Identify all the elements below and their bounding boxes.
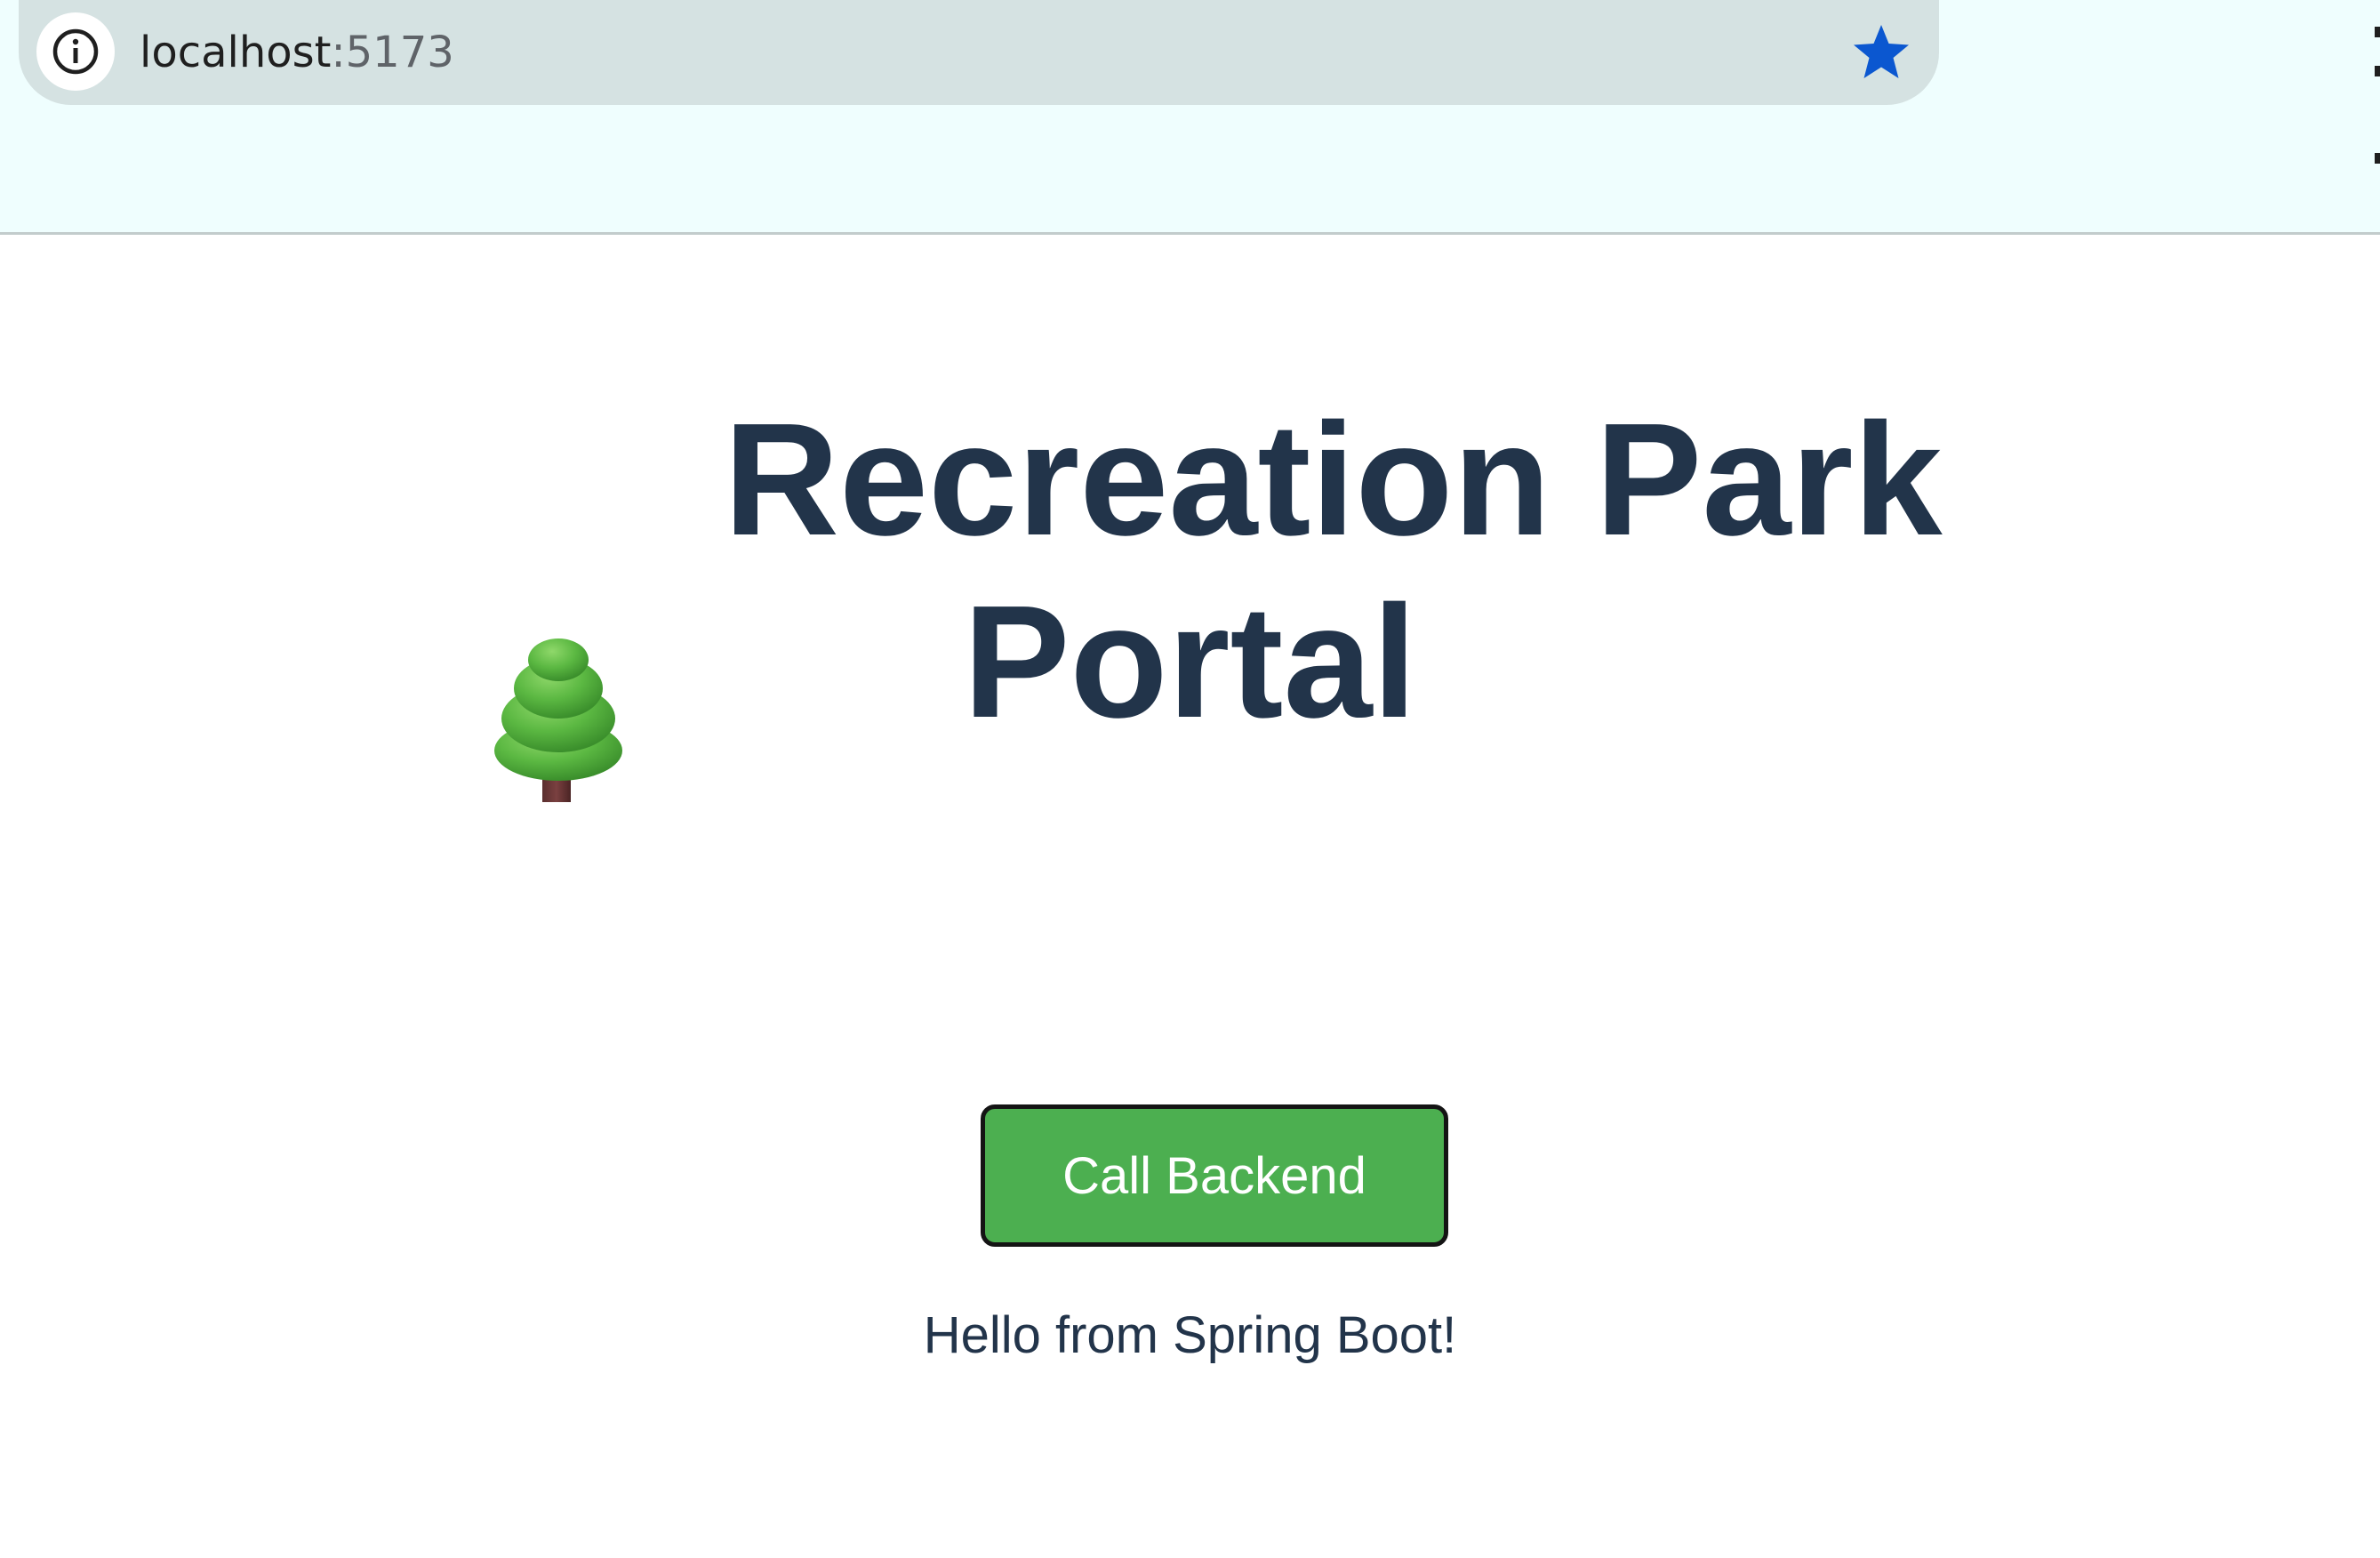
- browser-toolbar: localhost:5173: [0, 0, 2380, 235]
- info-icon: [52, 28, 99, 75]
- menu-edge-icon[interactable]: [2370, 21, 2380, 181]
- site-info-button[interactable]: [36, 12, 115, 91]
- star-icon[interactable]: [1850, 21, 1912, 84]
- url-text[interactable]: localhost:5173: [140, 0, 454, 105]
- page-title-line1: Recreation Park: [724, 390, 1943, 569]
- backend-response-text: Hello from Spring Boot!: [923, 1306, 1457, 1364]
- address-bar[interactable]: localhost:5173: [19, 0, 1939, 105]
- url-host: localhost: [140, 28, 332, 77]
- page-title-line2: Portal: [963, 573, 1417, 751]
- call-backend-button[interactable]: Call Backend: [981, 1104, 1448, 1247]
- url-port: :5173: [331, 28, 454, 77]
